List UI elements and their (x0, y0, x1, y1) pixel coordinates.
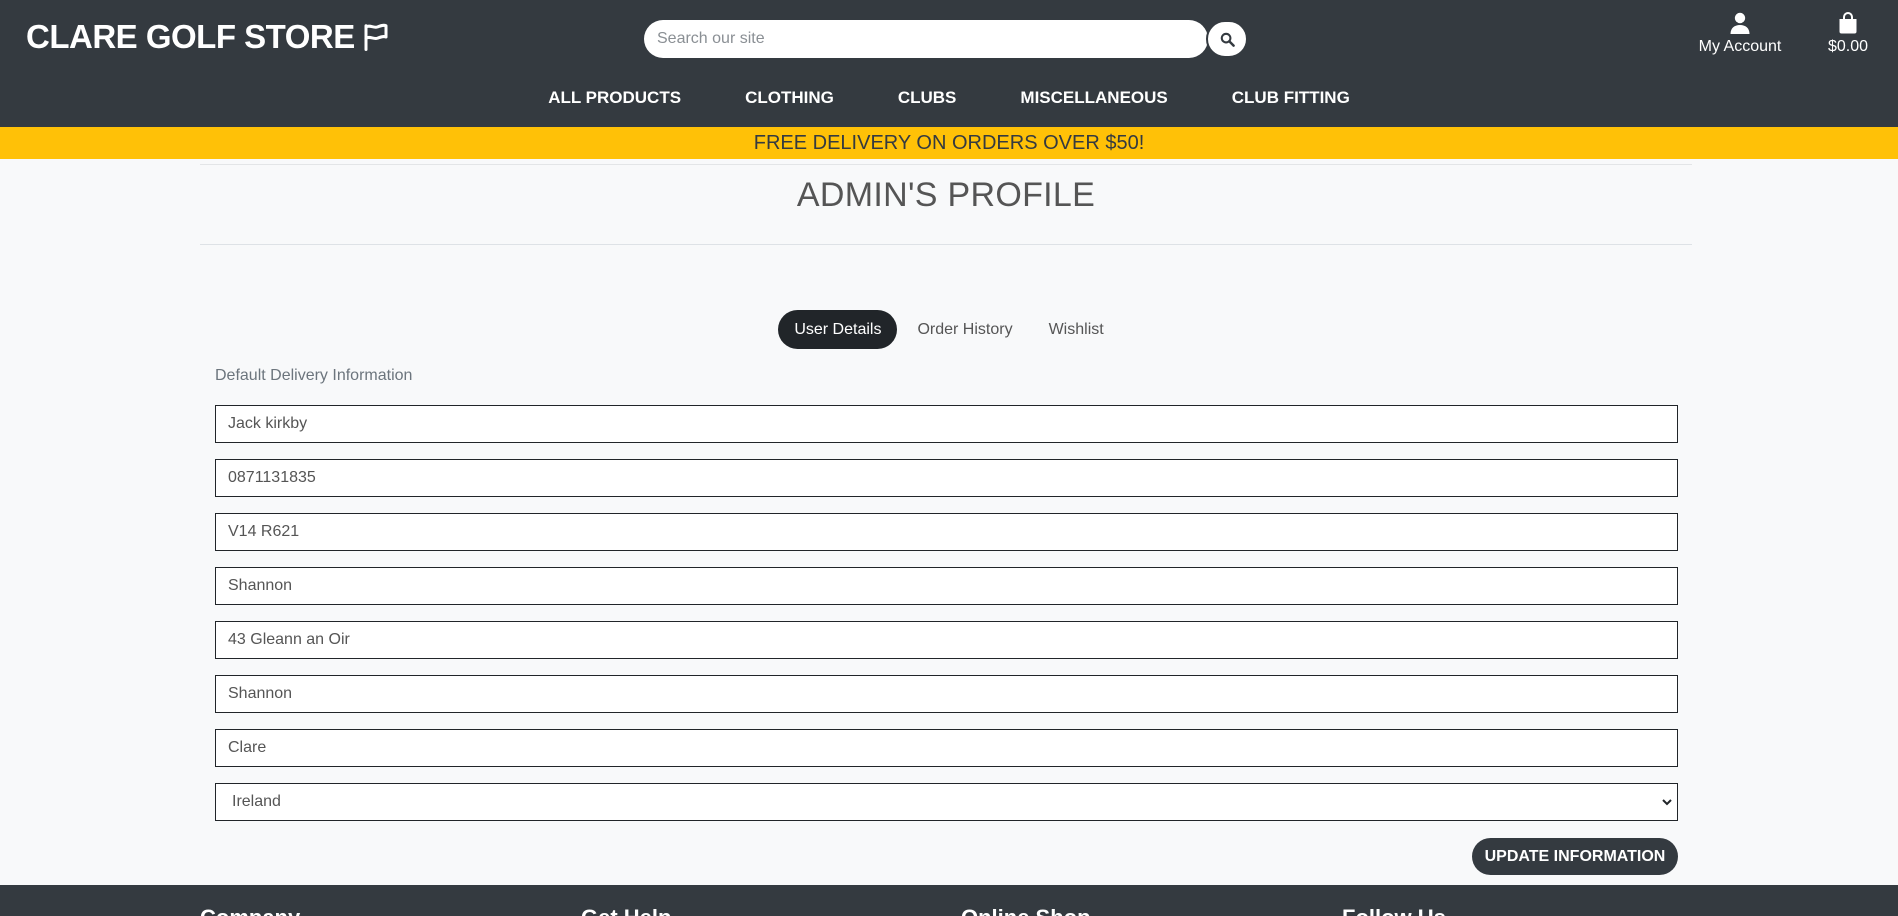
page-title: ADMIN'S PROFILE (796, 176, 1096, 214)
main-nav: ALL PRODUCTS CLOTHING CLUBS MISCELLANEOU… (0, 86, 1898, 110)
delivery-form: Ireland (215, 405, 1678, 821)
flag-icon (364, 23, 388, 51)
site-footer: Company Get Help Online Shop Follow Us (0, 885, 1898, 916)
nav-miscellaneous[interactable]: MISCELLANEOUS (988, 86, 1199, 110)
logo-text: CLARE GOLF STORE (26, 18, 355, 55)
full-name-field[interactable] (215, 405, 1678, 443)
street-address-1-field[interactable] (215, 621, 1678, 659)
user-icon (1730, 12, 1750, 34)
tab-user-details[interactable]: User Details (778, 310, 898, 349)
update-information-button[interactable]: UPDATE INFORMATION (1472, 838, 1678, 875)
tab-wishlist[interactable]: Wishlist (1033, 310, 1120, 349)
divider (200, 164, 1692, 165)
profile-tabs: User Details Order History Wishlist (0, 310, 1898, 349)
site-header: CLARE GOLF STORE My Account $0.00 ALL PR… (0, 0, 1898, 127)
search-button[interactable] (1206, 20, 1248, 58)
cart-link[interactable]: $0.00 (1822, 12, 1874, 56)
footer-heading-company: Company (200, 905, 300, 916)
nav-clothing[interactable]: CLOTHING (713, 86, 866, 110)
shopping-bag-icon (1839, 12, 1857, 34)
chevron-down-icon (1661, 795, 1673, 813)
search-bar (644, 20, 1248, 58)
phone-number-field[interactable] (215, 459, 1678, 497)
nav-club-fitting[interactable]: CLUB FITTING (1200, 86, 1382, 110)
postcode-field[interactable] (215, 513, 1678, 551)
delivery-banner: FREE DELIVERY ON ORDERS OVER $50! (0, 127, 1898, 159)
site-logo[interactable]: CLARE GOLF STORE (26, 18, 391, 56)
search-icon (1220, 32, 1235, 47)
county-field[interactable] (215, 729, 1678, 767)
tab-order-history[interactable]: Order History (901, 310, 1028, 349)
footer-heading-get-help: Get Help (581, 905, 671, 916)
town-city-field[interactable] (215, 567, 1678, 605)
street-address-2-field[interactable] (215, 675, 1678, 713)
my-account-link[interactable]: My Account (1694, 12, 1786, 56)
section-label: Default Delivery Information (215, 367, 413, 384)
divider (200, 244, 1692, 245)
country-value: Ireland (232, 793, 281, 810)
footer-heading-online-shop: Online Shop (961, 905, 1091, 916)
account-label: My Account (1698, 38, 1782, 55)
footer-heading-follow-us: Follow Us (1342, 905, 1446, 916)
nav-clubs[interactable]: CLUBS (866, 86, 989, 110)
country-select[interactable]: Ireland (215, 783, 1678, 821)
search-input[interactable] (644, 20, 1208, 58)
nav-all-products[interactable]: ALL PRODUCTS (516, 86, 713, 110)
cart-total: $0.00 (1827, 38, 1869, 55)
